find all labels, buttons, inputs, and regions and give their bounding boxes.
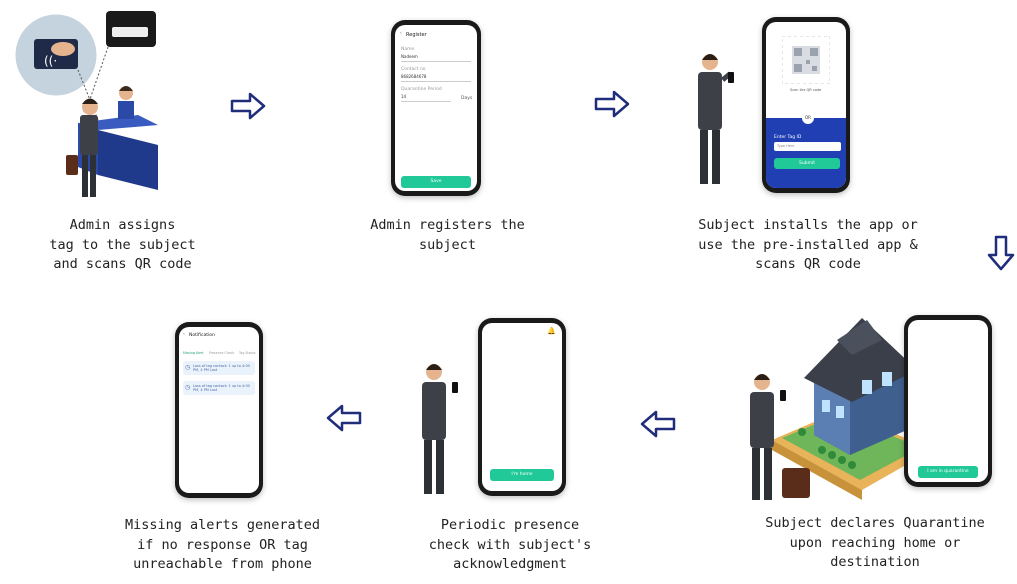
or-badge: OR [802,112,814,124]
subject-man-illustration [422,364,458,494]
bell-icon[interactable]: 🔔 [547,327,556,335]
register-screen: ‹ Register Name Nadeem Contact no 868268… [395,25,477,191]
tag-id-label: Enter Tag ID [774,135,802,140]
tab-missing-alert[interactable]: Missing Alert [183,351,204,355]
tab-presence-check[interactable]: Presence Check [209,351,234,355]
step-1-illustration: ((· [8,5,168,210]
app-name: iMSafe [490,329,514,336]
alert-item[interactable]: ◷ Loss of tag contact: 1 up to 4:00 PM, … [183,381,255,395]
im-home-button[interactable]: I'm home [490,469,554,481]
declare-quarantine-phone: iMSafe I am in quarantine [904,315,992,487]
svg-text:((·: ((· [44,54,57,68]
app-name: iMSafe [932,340,971,351]
scan-hint: Scan the QR code [790,88,822,92]
step-4-caption: Subject declares Quarantine upon reachin… [765,515,985,570]
quarantine-button[interactable]: I am in quarantine [918,466,978,478]
save-button[interactable]: Save [401,176,471,188]
subject-man-illustration [698,54,734,184]
left-arrow-icon [326,404,362,432]
back-icon: ‹ [183,332,185,337]
qr-scan-screen: Scan the QR code OR Enter Tag ID Type He… [766,22,846,188]
clock-icon: ◷ [185,384,191,391]
duration-unit[interactable]: Days [461,96,472,101]
step-1-caption: Admin assigns tag to the subject and sca… [49,217,196,272]
tag-entry-panel: OR Enter Tag ID Type Here Submit [766,112,846,188]
step-3-caption: Subject installs the app or use the pre-… [698,217,918,272]
presence-check-screen: iMSafe 🔔 I'm home [482,323,562,491]
name-label: Name [401,47,415,52]
step-6-caption: Missing alerts generated if no response … [124,517,321,572]
notification-phone: ‹ Notification Missing Alert Presence Ch… [175,322,263,498]
phone-label: Contact no [401,67,426,72]
back-icon: ‹ [400,31,402,36]
duration-field[interactable]: 14 [401,94,451,102]
down-arrow-icon [987,235,1015,271]
tab-tag-status[interactable]: Tag Status [239,351,256,355]
notification-title: Notification [189,333,215,338]
register-title: Register [406,32,427,38]
alert-item[interactable]: ◷ Loss of tag contact: 1 up to 4:00 PM, … [183,361,255,375]
notification-screen: ‹ Notification Missing Alert Presence Ch… [179,327,259,493]
register-phone: ‹ Register Name Nadeem Contact no 868268… [391,20,481,196]
submit-button[interactable]: Submit [774,158,840,169]
admin-desk-illustration: ((· [12,11,158,197]
step-2-caption: Admin registers the subject [370,217,525,253]
tag-id-input[interactable]: Type Here [774,142,841,151]
qr-code-icon [782,36,830,84]
duration-label: Quarantine Period [401,87,442,92]
clock-icon: ◷ [185,364,191,371]
declare-quarantine-screen: iMSafe I am in quarantine [908,320,988,482]
phone-field[interactable]: 8682684678 [401,74,471,82]
presence-check-phone: iMSafe 🔔 I'm home [478,318,566,496]
name-field[interactable]: Nadeem [401,54,471,62]
left-arrow-icon [640,410,676,438]
step-5-caption: Periodic presence check with subject's a… [428,517,592,572]
qr-scan-phone: Scan the QR code OR Enter Tag ID Type He… [762,17,850,193]
right-arrow-icon [230,92,266,120]
right-arrow-icon [594,90,630,118]
